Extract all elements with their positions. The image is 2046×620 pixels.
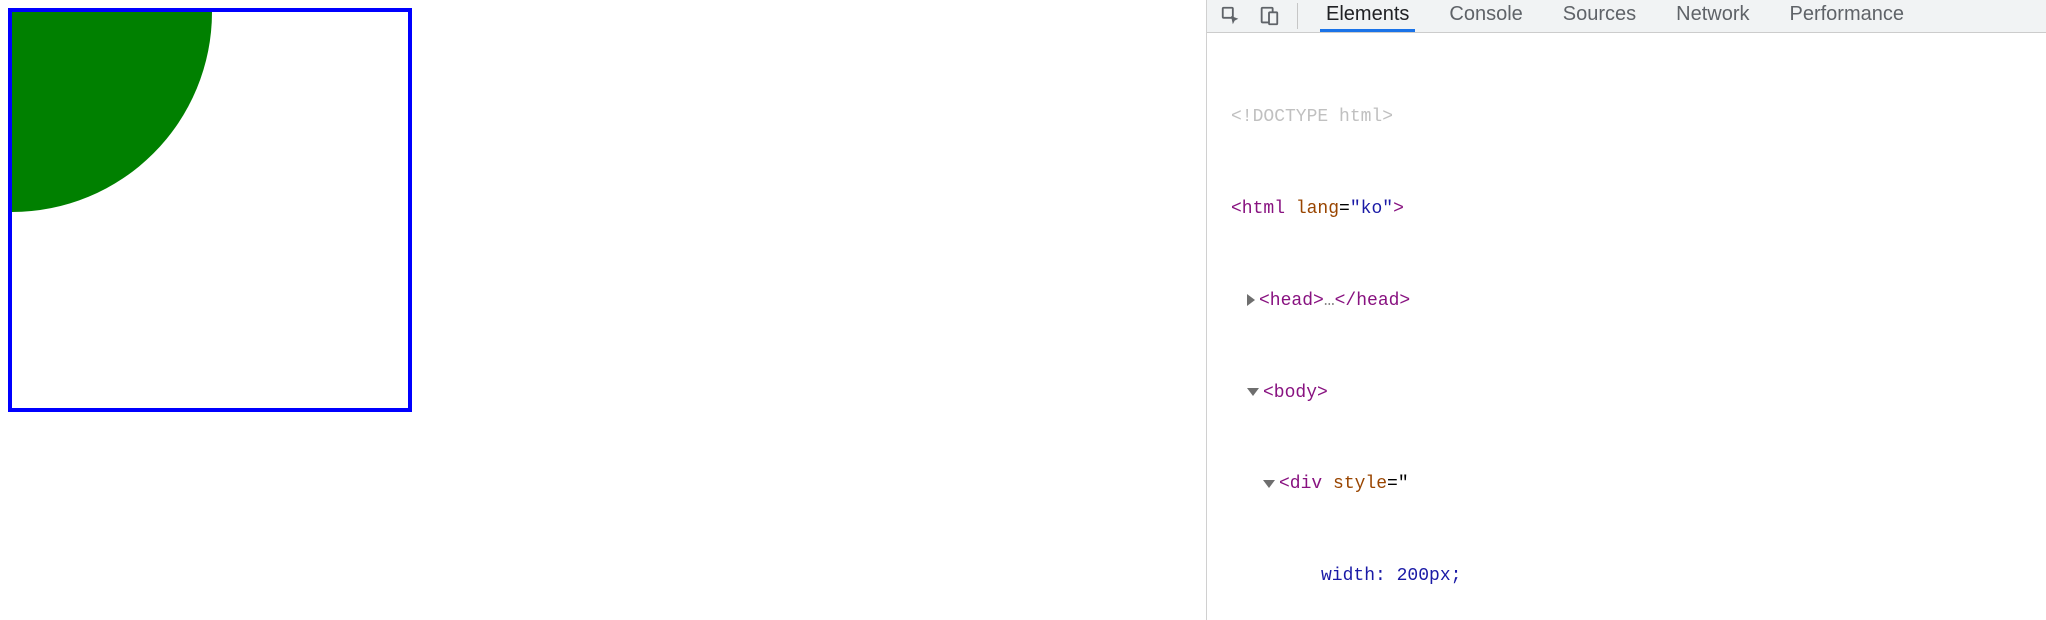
demo-circle xyxy=(12,12,212,212)
tab-console[interactable]: Console xyxy=(1443,0,1528,32)
dom-line-div-open[interactable]: <div style=" xyxy=(1207,469,2046,500)
dom-line-body-open[interactable]: <body> xyxy=(1207,378,2046,409)
dom-line-doctype[interactable]: <!DOCTYPE html> xyxy=(1207,102,2046,133)
tab-elements[interactable]: Elements xyxy=(1320,0,1415,32)
expand-arrow-icon[interactable] xyxy=(1247,294,1255,306)
dom-line-head[interactable]: <head>…</head> xyxy=(1207,286,2046,317)
devtools-tabs: Elements Console Sources Network Perform… xyxy=(1320,0,1910,32)
device-toggle-icon[interactable] xyxy=(1253,0,1285,32)
dom-line-html-open[interactable]: <html lang="ko"> xyxy=(1207,194,2046,225)
devtools-panel: Elements Console Sources Network Perform… xyxy=(1206,0,2046,620)
page-content xyxy=(0,0,1206,620)
devtools-toolbar: Elements Console Sources Network Perform… xyxy=(1207,0,2046,33)
demo-box xyxy=(8,8,412,412)
tab-network[interactable]: Network xyxy=(1670,0,1755,32)
toolbar-separator xyxy=(1297,3,1298,29)
inspect-icon[interactable] xyxy=(1215,0,1247,32)
tab-performance[interactable]: Performance xyxy=(1784,0,1911,32)
collapse-arrow-icon[interactable] xyxy=(1247,388,1259,396)
collapse-arrow-icon[interactable] xyxy=(1263,480,1275,488)
dom-line-style-width[interactable]: width: 200px; xyxy=(1207,561,2046,592)
tab-sources[interactable]: Sources xyxy=(1557,0,1642,32)
dom-tree[interactable]: <!DOCTYPE html> <html lang="ko"> <head>…… xyxy=(1207,33,2046,620)
demo-svg xyxy=(12,12,412,412)
